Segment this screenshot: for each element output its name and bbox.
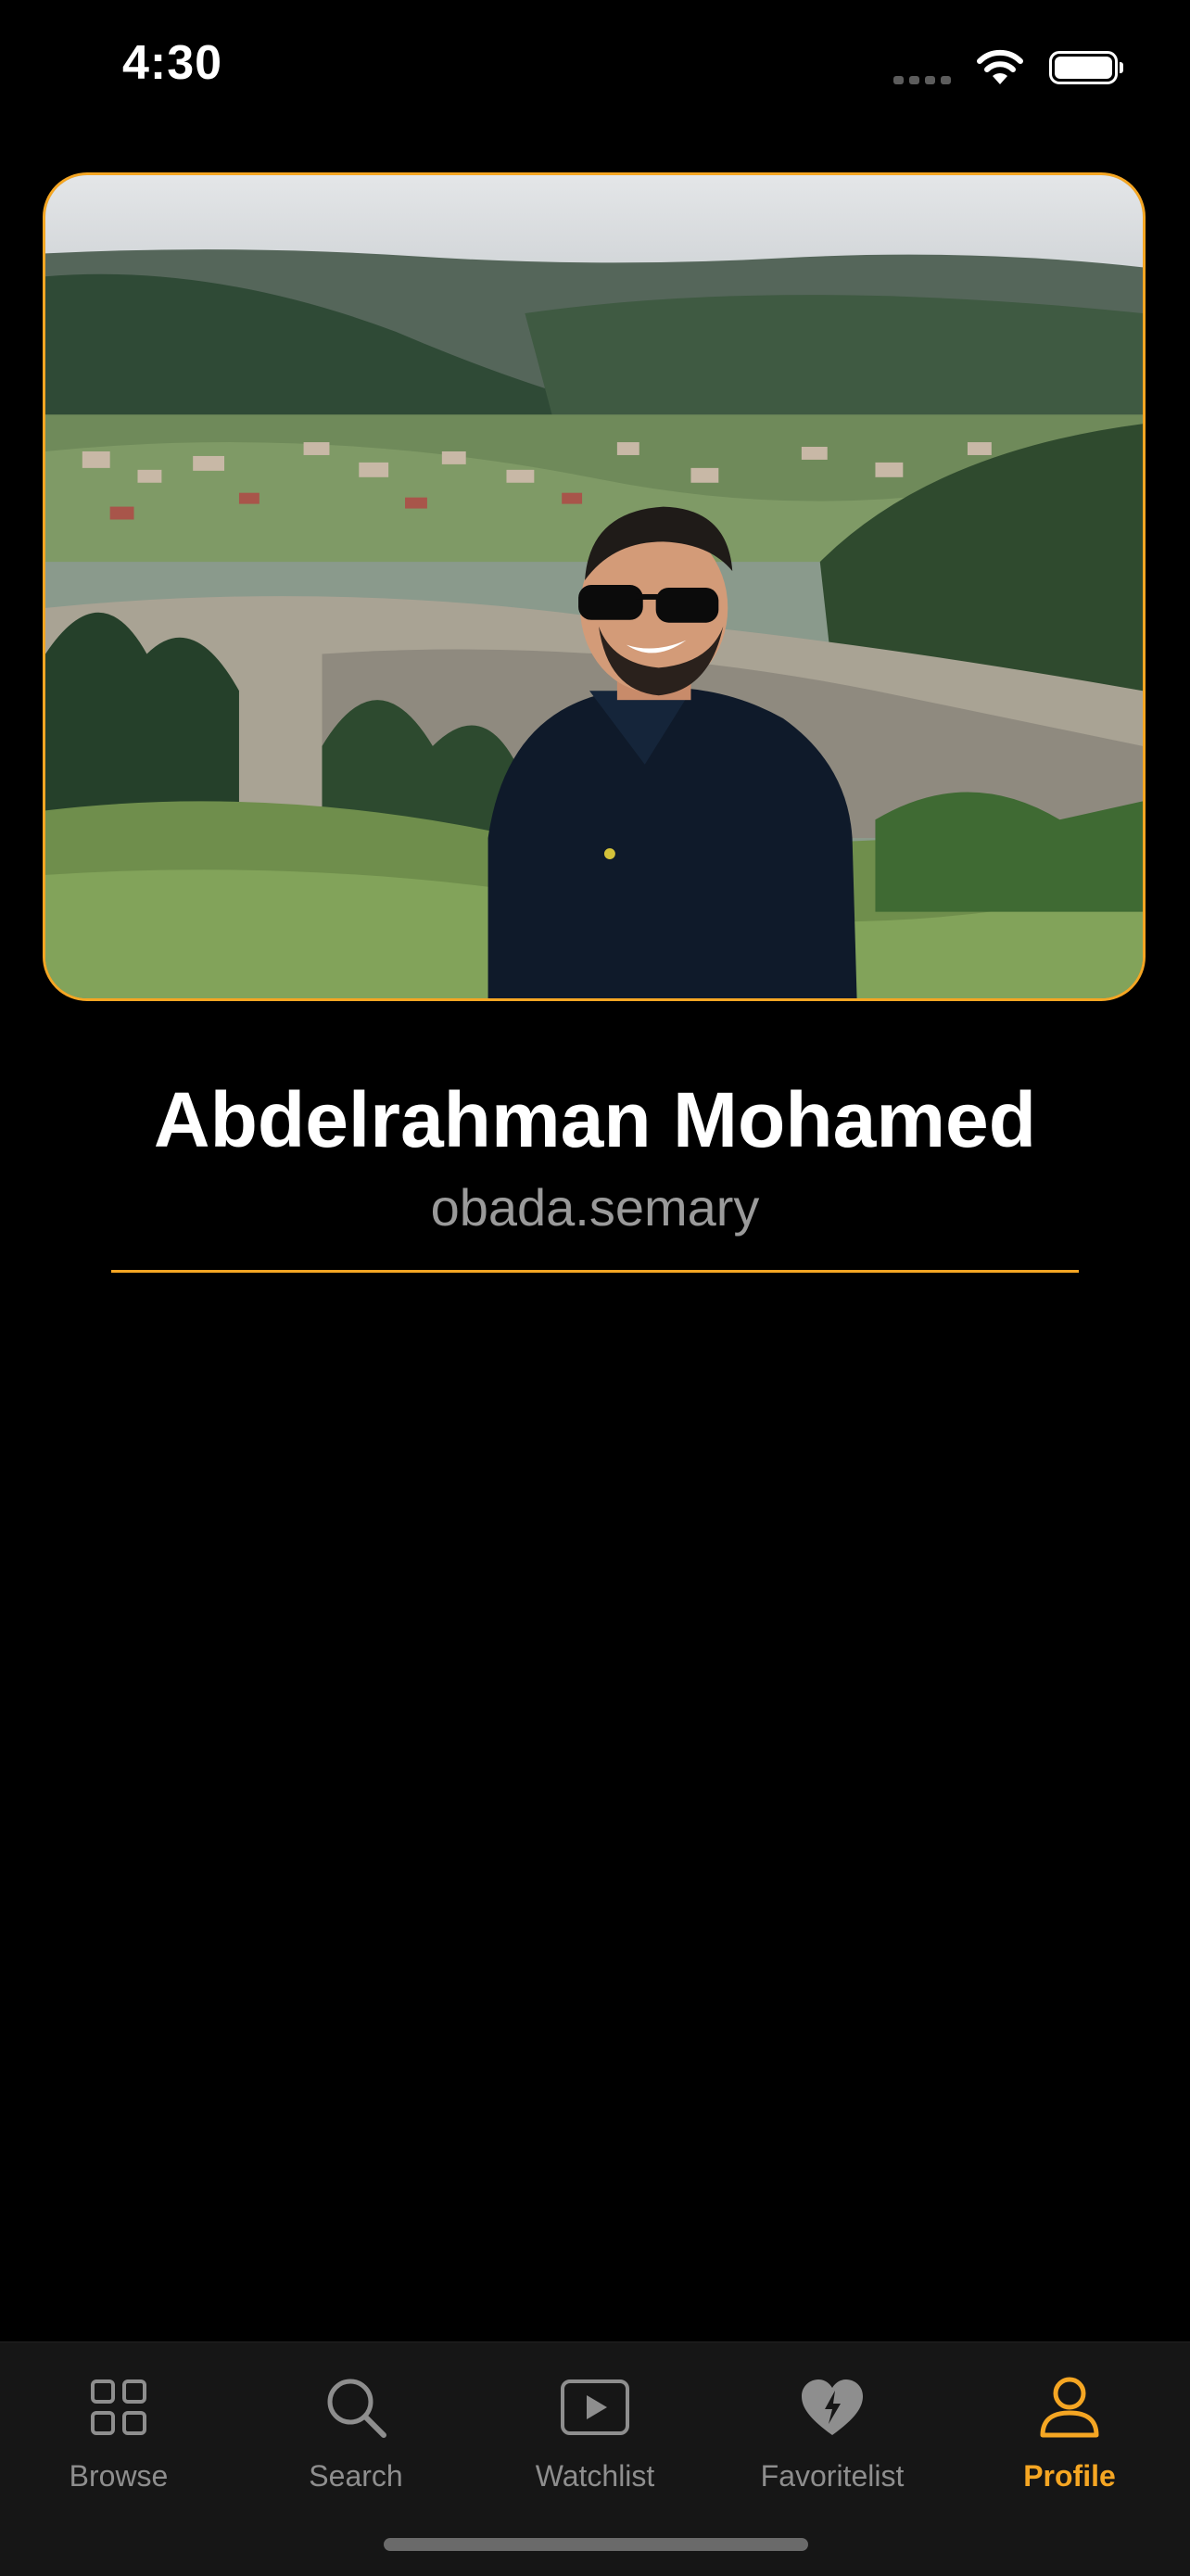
grid-icon xyxy=(82,2370,156,2444)
cellular-signal-icon xyxy=(893,47,951,88)
status-icons xyxy=(893,44,1123,91)
tab-label: Browse xyxy=(69,2459,169,2493)
person-icon xyxy=(1032,2370,1107,2444)
home-indicator[interactable] xyxy=(384,2538,808,2551)
battery-icon xyxy=(1049,51,1123,84)
tab-favoritelist[interactable]: Favoritelist xyxy=(730,2370,934,2509)
wifi-icon xyxy=(977,49,1023,84)
profile-photo[interactable] xyxy=(43,172,1146,1001)
status-bar: 4:30 xyxy=(0,0,1190,139)
tab-label: Favoritelist xyxy=(760,2459,905,2493)
tab-label: Profile xyxy=(1023,2459,1116,2493)
tab-profile[interactable]: Profile xyxy=(968,2370,1171,2509)
tab-watchlist[interactable]: Watchlist xyxy=(493,2370,697,2509)
landscape-photo xyxy=(45,175,1143,998)
search-icon xyxy=(319,2370,393,2444)
profile-username: obada.semary xyxy=(430,1178,760,1237)
tab-browse[interactable]: Browse xyxy=(17,2370,221,2509)
tab-label: Search xyxy=(309,2459,403,2493)
profile-name: Abdelrahman Mohamed xyxy=(153,1076,1037,1163)
divider xyxy=(111,1270,1079,1273)
tab-search[interactable]: Search xyxy=(254,2370,458,2509)
status-time: 4:30 xyxy=(122,36,223,90)
tab-label: Watchlist xyxy=(535,2459,655,2493)
heart-bolt-icon xyxy=(795,2370,869,2444)
play-icon xyxy=(558,2370,632,2444)
